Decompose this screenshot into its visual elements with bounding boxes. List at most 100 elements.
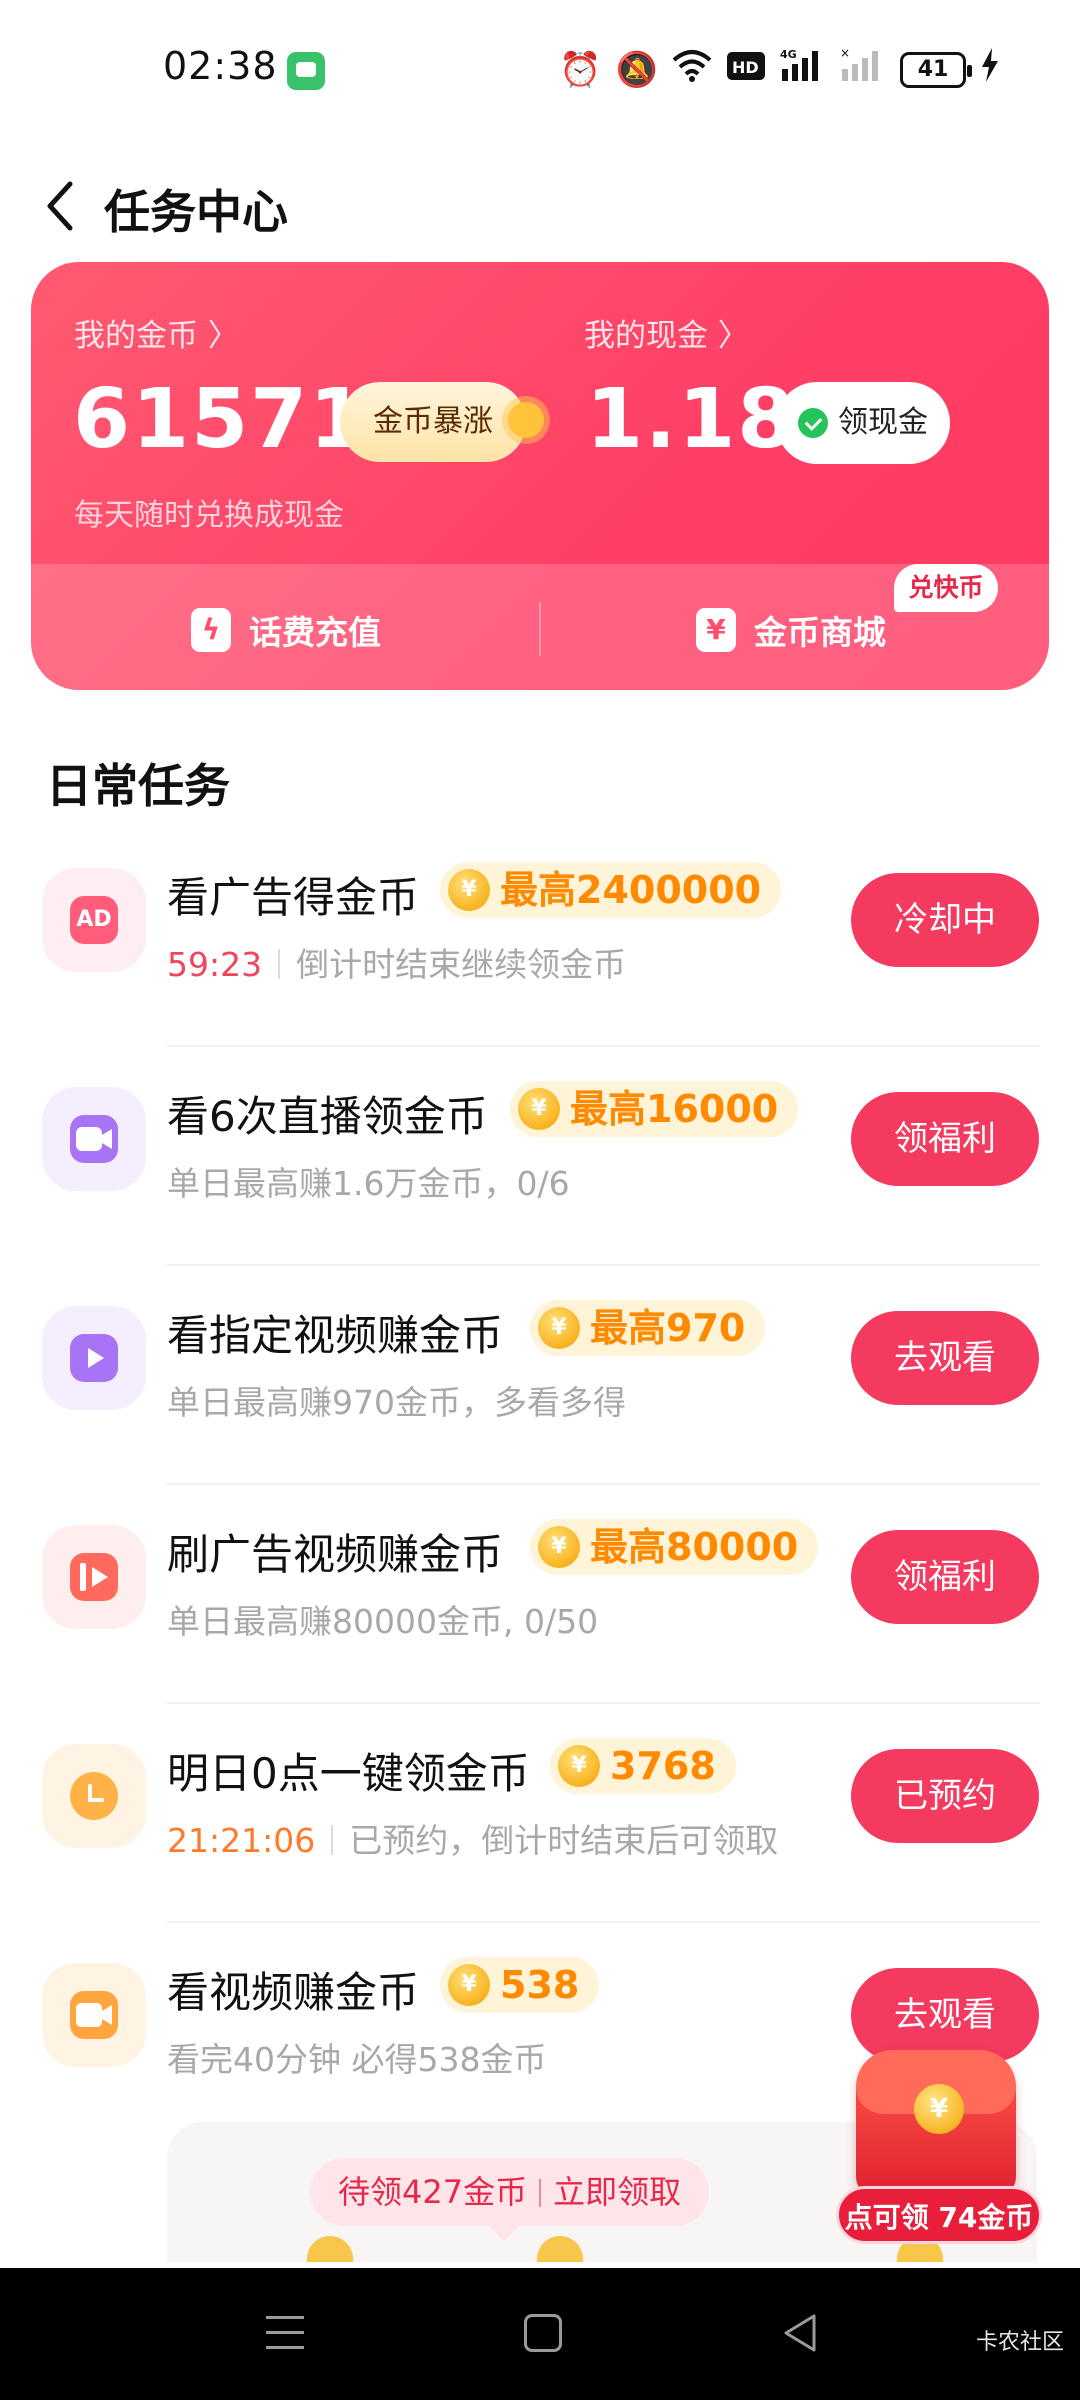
my-coins-link[interactable]: 我的金币 〉 — [74, 310, 239, 355]
lightning-icon: ϟ — [191, 608, 231, 652]
charging-icon — [980, 47, 1000, 93]
task-title: 看指定视频赚金币 — [167, 1311, 504, 1360]
coin-icon: ¥ — [538, 1307, 580, 1349]
task-countdown: 59:23 — [167, 945, 263, 984]
task-reward-label: 3768 — [610, 1744, 716, 1788]
task-title: 明日0点一键领金币 — [167, 1749, 530, 1798]
task-action-button[interactable]: 领福利 — [851, 1530, 1039, 1624]
task-desc: 单日最高赚80000金币, 0/50 — [167, 1602, 599, 1641]
svg-text:HD: HD — [732, 58, 759, 77]
pending-coins-label: 待领427金币 — [338, 2173, 528, 2211]
chevron-left-icon[interactable] — [38, 178, 88, 234]
task-desc: 单日最高赚970金币，多看多得 — [167, 1383, 626, 1422]
coin-icon: ¥ — [914, 2084, 964, 2134]
coin-mall-label: 金币商城 — [754, 613, 886, 652]
task-action-button[interactable]: 冷却中 — [851, 873, 1039, 967]
task-desc: 59:23 倒计时结束继续领金币 — [167, 938, 626, 986]
daily-tasks-title: 日常任务 — [46, 759, 230, 813]
task-row: 看6次直播领金币 ¥ 最高16000 单日最高赚1.6万金币，0/6 领福利 — [0, 1047, 1080, 1266]
home-icon[interactable] — [524, 2314, 562, 2352]
task-reward: ¥ 最高80000 — [530, 1519, 819, 1575]
svg-text:4G: 4G — [780, 48, 797, 61]
message-icon — [287, 52, 325, 90]
menu-icon[interactable] — [266, 2316, 304, 2352]
my-cash-link[interactable]: 我的现金 〉 — [584, 310, 749, 355]
task-desc-text: 倒计时结束继续领金币 — [296, 945, 627, 984]
task-action-button[interactable]: 去观看 — [851, 1311, 1039, 1405]
coin-icon: ¥ — [558, 1745, 600, 1787]
task-desc-text: 已预约，倒计时结束后可领取 — [349, 1821, 779, 1860]
status-bar: 02:38 ⏰ 🔕 HD 4G × 41 — [0, 0, 1080, 140]
phone-recharge-label: 话费充值 — [249, 613, 381, 652]
task-title: 看广告得金币 — [167, 873, 420, 922]
task-action-button[interactable]: 领福利 — [851, 1092, 1039, 1186]
system-nav-bar — [0, 2268, 1080, 2400]
task-reward-label: 最高80000 — [590, 1525, 799, 1569]
coin-surge-button[interactable]: 金币暴涨 — [340, 382, 544, 462]
task-reward-label: 最高2400000 — [500, 868, 762, 912]
phone-recharge-button[interactable]: ϟ 话费充值 — [191, 600, 381, 660]
signal-4g-icon: 4G — [780, 47, 826, 94]
task-title: 看6次直播领金币 — [167, 1092, 488, 1141]
task-action-button[interactable]: 已预约 — [851, 1749, 1039, 1843]
video-camera-icon — [42, 1963, 146, 2067]
task-desc: 单日最高赚1.6万金币，0/6 — [167, 1164, 570, 1203]
task-reward-label: 最高16000 — [570, 1087, 779, 1131]
task-reward-label: 538 — [500, 1963, 580, 2007]
clock-icon — [42, 1744, 146, 1848]
hd-icon: HD — [726, 48, 766, 92]
alarm-icon: ⏰ — [559, 50, 602, 90]
play-icon — [42, 1306, 146, 1410]
ad-icon: AD — [42, 868, 146, 972]
live-camera-icon — [42, 1087, 146, 1191]
video-ad-icon — [42, 1525, 146, 1629]
mall-badge: 兑快币 — [894, 564, 998, 612]
task-row: 看指定视频赚金币 ¥ 最高970 单日最高赚970金币，多看多得 去观看 — [0, 1266, 1080, 1485]
task-reward: ¥ 最高16000 — [510, 1081, 799, 1137]
mute-icon: 🔕 — [615, 50, 658, 90]
wechat-icon — [798, 408, 828, 438]
coins-value: 61571 — [73, 372, 369, 467]
wallet-card: 我的金币 〉 61571 金币暴涨 我的现金 〉 1.18 领现金 每天随时兑换… — [31, 262, 1049, 690]
battery-indicator: 41 — [900, 52, 972, 88]
page-header: 任务中心 — [0, 140, 1080, 270]
claim-now-link[interactable]: 立即领取 — [553, 2173, 681, 2211]
coin-icon: ¥ — [538, 1526, 580, 1568]
task-title: 刷广告视频赚金币 — [167, 1530, 504, 1579]
withdraw-cash-button[interactable]: 领现金 — [776, 382, 950, 464]
task-row: AD 看广告得金币 ¥ 最高2400000 59:23 倒计时结束继续领金币 冷却… — [0, 828, 1080, 1047]
withdraw-cash-label: 领现金 — [838, 405, 928, 440]
page-title: 任务中心 — [104, 185, 288, 239]
task-desc: 21:21:06 已预约，倒计时结束后可领取 — [167, 1814, 778, 1862]
coin-icon: ¥ — [448, 869, 490, 911]
task-reward-label: 最高970 — [590, 1306, 746, 1350]
yen-ticket-icon: ¥ — [696, 608, 736, 652]
signal-icon: × — [840, 46, 886, 94]
coin-icon: ¥ — [448, 1964, 490, 2006]
back-triangle-icon[interactable] — [780, 2312, 820, 2354]
red-packet-label: 点可领 74金币 — [836, 2186, 1042, 2244]
coin-icon — [307, 2236, 353, 2262]
task-row: 明日0点一键领金币 ¥ 3768 21:21:06 已预约，倒计时结束后可领取 已… — [0, 1704, 1080, 1923]
cash-value: 1.18 — [586, 372, 797, 467]
shortcut-divider — [539, 602, 541, 656]
task-reward: ¥ 最高970 — [530, 1300, 766, 1356]
watermark: 卡农社区 — [975, 2330, 1064, 2355]
coin-icon: ¥ — [518, 1088, 560, 1130]
coin-mall-button[interactable]: ¥ 金币商城 — [696, 600, 886, 660]
task-countdown: 21:21:06 — [167, 1821, 316, 1860]
status-time: 02:38 — [163, 44, 278, 88]
wallet-subtitle: 每天随时兑换成现金 — [74, 498, 344, 533]
coin-icon — [537, 2236, 583, 2262]
status-icons: ⏰ 🔕 HD 4G × 41 — [559, 46, 1000, 94]
red-packet-widget[interactable]: ¥ 点可领 74金币 — [836, 2040, 1042, 2244]
task-title: 看视频赚金币 — [167, 1968, 420, 2017]
svg-text:×: × — [840, 47, 850, 60]
task-reward: ¥ 3768 — [550, 1738, 736, 1794]
task-reward: ¥ 538 — [440, 1957, 600, 2013]
claim-pill[interactable]: 待领427金币 立即领取 — [310, 2158, 710, 2242]
task-desc: 看完40分钟 必得538金币 — [167, 2040, 547, 2079]
task-row: 刷广告视频赚金币 ¥ 最高80000 单日最高赚80000金币, 0/50 领福… — [0, 1485, 1080, 1704]
task-reward: ¥ 最高2400000 — [440, 862, 782, 918]
wifi-icon — [672, 48, 712, 93]
